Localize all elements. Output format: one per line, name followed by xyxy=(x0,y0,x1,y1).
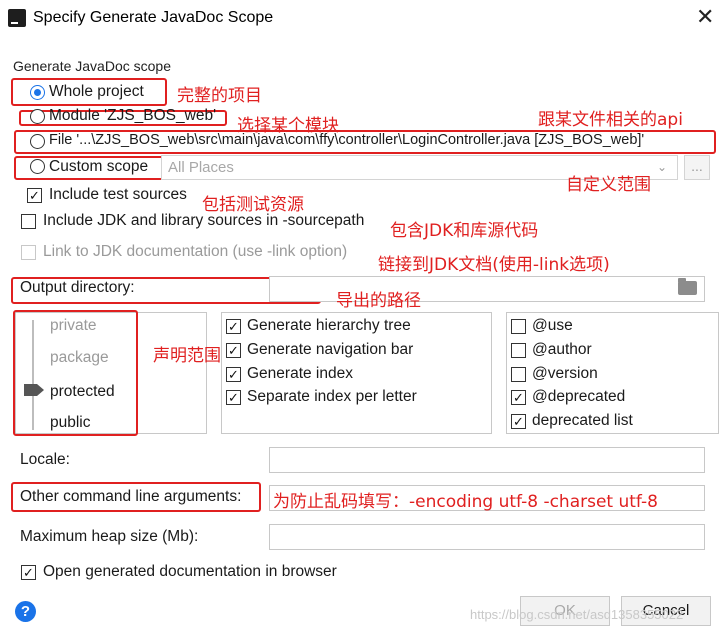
tag-use-checkbox[interactable] xyxy=(511,319,526,334)
annotation-whole-project: 完整的项目 xyxy=(177,86,262,106)
module-label[interactable]: Module 'ZJS_BOS_web' xyxy=(49,107,216,125)
open-browser-checkbox[interactable]: ✓ xyxy=(21,565,36,580)
chevron-down-icon[interactable]: ⌄ xyxy=(657,160,667,174)
deprecated-list-label[interactable]: deprecated list xyxy=(532,412,633,430)
annotation-output: 导出的路径 xyxy=(336,291,421,311)
annotation-other-args: 为防止乱码填写：-encoding utf-8 -charset utf-8 xyxy=(273,492,658,512)
generate-index-label[interactable]: Generate index xyxy=(247,365,353,383)
custom-scope-label[interactable]: Custom scope xyxy=(49,158,148,176)
custom-scope-value: All Places xyxy=(168,159,234,176)
heap-size-input[interactable] xyxy=(269,524,705,550)
other-args-label: Other command line arguments: xyxy=(20,488,242,505)
link-jdk-checkbox[interactable] xyxy=(21,245,36,260)
radio-file[interactable] xyxy=(30,134,45,149)
locale-input[interactable] xyxy=(269,447,705,473)
whole-project-label[interactable]: Whole project xyxy=(49,83,144,101)
help-icon[interactable]: ? xyxy=(15,601,36,622)
output-directory-input[interactable] xyxy=(269,276,705,302)
tag-author-checkbox[interactable] xyxy=(511,343,526,358)
visibility-slider-track[interactable] xyxy=(32,320,34,430)
locale-label: Locale: xyxy=(20,451,70,468)
custom-scope-browse-button[interactable]: ... xyxy=(684,155,710,180)
include-test-sources-label[interactable]: Include test sources xyxy=(49,186,187,204)
deprecated-list-checkbox[interactable]: ✓ xyxy=(511,414,526,429)
folder-icon[interactable] xyxy=(678,278,697,295)
annotation-file: 跟某文件相关的api xyxy=(538,110,683,130)
separate-index-label[interactable]: Separate index per letter xyxy=(247,388,417,406)
radio-whole-project[interactable] xyxy=(30,85,45,100)
tag-deprecated-checkbox[interactable]: ✓ xyxy=(511,390,526,405)
window-title: Specify Generate JavaDoc Scope xyxy=(33,9,274,26)
radio-custom-scope[interactable] xyxy=(30,159,45,174)
include-jdk-checkbox[interactable] xyxy=(21,214,36,229)
output-directory-label: Output directory: xyxy=(20,279,135,296)
annotation-visibility: 声明范围 xyxy=(153,346,221,366)
tag-version-label[interactable]: @version xyxy=(532,365,598,383)
file-label[interactable]: File '...\ZJS_BOS_web\src\main\java\com\… xyxy=(49,132,644,148)
generate-hierarchy-label[interactable]: Generate hierarchy tree xyxy=(247,317,411,335)
generate-hierarchy-checkbox[interactable]: ✓ xyxy=(226,319,241,334)
link-jdk-label[interactable]: Link to JDK documentation (use -link opt… xyxy=(43,243,347,261)
tag-deprecated-label[interactable]: @deprecated xyxy=(532,388,625,406)
separate-index-checkbox[interactable]: ✓ xyxy=(226,390,241,405)
close-icon[interactable]: ✕ xyxy=(696,6,714,28)
watermark-text: https://blog.csdn.net/asd1358355022 xyxy=(470,607,684,622)
tag-author-label[interactable]: @author xyxy=(532,341,592,359)
level-private[interactable]: private xyxy=(50,317,97,335)
tag-version-checkbox[interactable] xyxy=(511,367,526,382)
level-protected[interactable]: protected xyxy=(50,383,115,401)
level-public[interactable]: public xyxy=(50,414,91,432)
annotation-custom-scope: 自定义范围 xyxy=(566,175,651,195)
open-browser-label[interactable]: Open generated documentation in browser xyxy=(43,563,337,581)
annotation-link: 链接到JDK文档(使用-link选项) xyxy=(378,255,610,275)
scope-group-title: Generate JavaDoc scope xyxy=(13,58,171,74)
annotation-module: 选择某个模块 xyxy=(237,116,339,136)
radio-module[interactable] xyxy=(30,109,45,124)
include-test-sources-checkbox[interactable]: ✓ xyxy=(27,188,42,203)
level-package[interactable]: package xyxy=(50,349,109,367)
generate-navigation-checkbox[interactable]: ✓ xyxy=(226,343,241,358)
generate-index-checkbox[interactable]: ✓ xyxy=(226,367,241,382)
annotation-test-sources: 包括测试资源 xyxy=(202,195,304,215)
heap-size-label: Maximum heap size (Mb): xyxy=(20,528,199,545)
intellij-icon xyxy=(8,9,26,27)
annotation-jdk: 包含JDK和库源代码 xyxy=(390,221,539,241)
tag-use-label[interactable]: @use xyxy=(532,317,573,335)
generate-navigation-label[interactable]: Generate navigation bar xyxy=(247,341,413,359)
